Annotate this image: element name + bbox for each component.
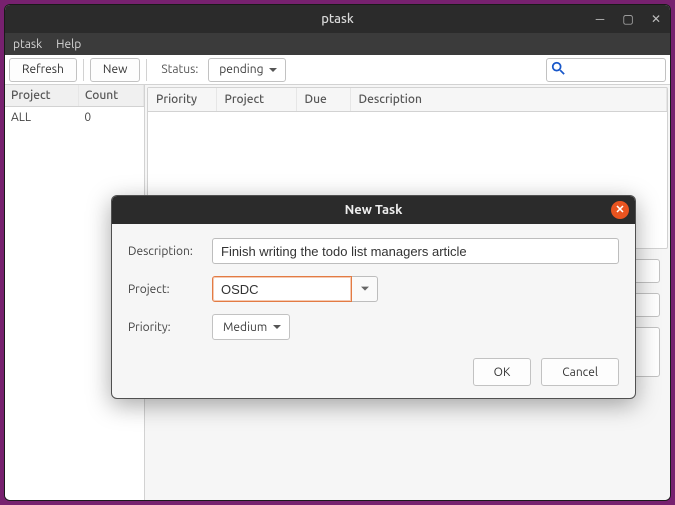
toolbar-separator <box>83 59 84 81</box>
description-input[interactable] <box>212 238 619 264</box>
minimize-button[interactable]: ─ <box>592 12 608 26</box>
dialog-body: Description: Project: Priority: Medium O… <box>112 224 635 398</box>
priority-select[interactable]: Medium <box>212 314 290 340</box>
col-due[interactable]: Due <box>296 88 350 112</box>
search-input[interactable] <box>569 62 649 78</box>
toolbar: Refresh New Status: pending <box>5 55 670 85</box>
dialog-title: New Task <box>345 203 403 217</box>
desc-label: Description: <box>128 245 212 258</box>
status-select[interactable]: pending <box>208 58 286 82</box>
status-label: Status: <box>153 63 202 76</box>
dialog-buttons: OK Cancel <box>128 352 619 386</box>
maximize-button[interactable]: ▢ <box>620 12 636 26</box>
col-project[interactable]: Project <box>5 85 78 107</box>
col-priority[interactable]: Priority <box>148 88 216 112</box>
project-dropdown-button[interactable] <box>352 276 378 302</box>
priority-label: Priority: <box>128 321 212 334</box>
refresh-button[interactable]: Refresh <box>9 58 77 82</box>
new-button[interactable]: New <box>90 58 141 82</box>
priority-value: Medium <box>223 321 267 334</box>
col-description[interactable]: Description <box>350 88 667 112</box>
close-button[interactable]: ✕ <box>648 12 664 26</box>
dialog-close-button[interactable]: ✕ <box>611 201 629 219</box>
cancel-button[interactable]: Cancel <box>541 358 619 386</box>
cell-count: 0 <box>78 107 143 129</box>
status-value: pending <box>219 63 263 76</box>
search-icon <box>551 61 565 78</box>
search-box[interactable] <box>546 58 666 82</box>
menu-ptask[interactable]: ptask <box>13 38 42 51</box>
menu-help[interactable]: Help <box>56 38 81 51</box>
col-project[interactable]: Project <box>216 88 296 112</box>
window-title: ptask <box>321 12 354 26</box>
window-controls: ─ ▢ ✕ <box>592 5 664 33</box>
dialog-titlebar: New Task ✕ <box>112 196 635 224</box>
menu-bar: ptask Help <box>5 33 670 55</box>
new-task-dialog: New Task ✕ Description: Project: Priorit… <box>111 195 636 399</box>
project-input[interactable] <box>212 276 352 302</box>
close-icon: ✕ <box>615 205 624 216</box>
ok-button[interactable]: OK <box>473 358 532 386</box>
project-label: Project: <box>128 283 212 296</box>
project-table: Project Count ALL 0 <box>5 85 144 128</box>
table-row[interactable]: ALL 0 <box>5 107 144 129</box>
project-combo <box>212 276 378 302</box>
main-titlebar: ptask ─ ▢ ✕ <box>5 5 670 33</box>
col-count[interactable]: Count <box>78 85 143 107</box>
toolbar-separator <box>146 59 147 81</box>
cell-project: ALL <box>5 107 78 129</box>
